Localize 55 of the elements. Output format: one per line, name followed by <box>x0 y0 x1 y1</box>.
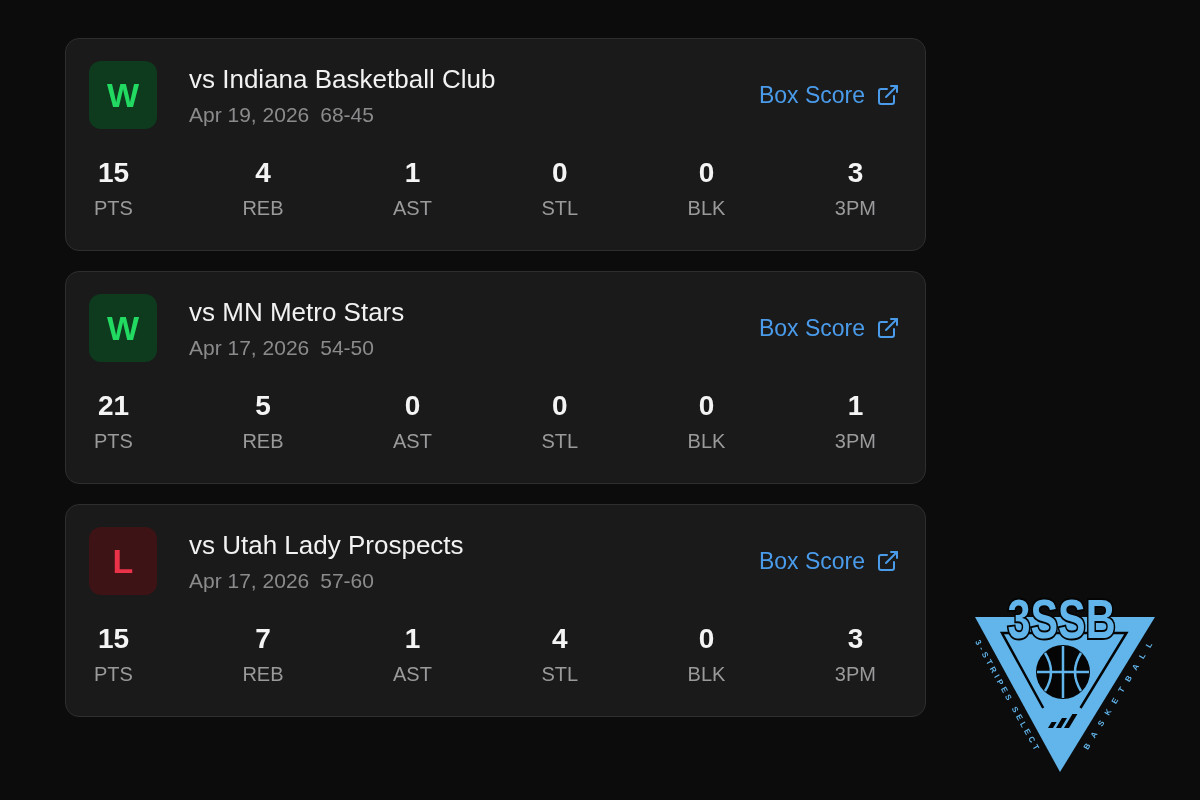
stat-value: 7 <box>255 623 271 655</box>
stat-label: PTS <box>94 196 133 221</box>
stat-label: STL <box>541 429 579 454</box>
stat-value: 0 <box>551 390 568 422</box>
external-link-icon <box>876 316 900 340</box>
stat-value: 1 <box>404 157 421 189</box>
game-score: 54-50 <box>320 335 374 361</box>
stat-value: 1 <box>404 623 421 655</box>
stat-value: 15 <box>97 157 130 189</box>
game-date: Apr 19, 2026 <box>189 102 310 128</box>
stat-value: 3 <box>847 623 864 655</box>
stat-value: 0 <box>698 157 715 189</box>
stat-label: 3PM <box>834 662 876 687</box>
stat-value: 4 <box>551 623 568 655</box>
stat-label: BLK <box>687 429 726 454</box>
stat-label: 3PM <box>834 196 876 221</box>
stat-label: AST <box>393 662 432 687</box>
external-link-icon <box>876 83 900 107</box>
box-score-link[interactable]: Box Score <box>758 314 900 342</box>
box-score-link[interactable]: Box Score <box>758 81 900 109</box>
stat-value: 21 <box>97 390 130 422</box>
box-score-link[interactable]: Box Score <box>758 547 900 575</box>
result-badge: L <box>89 527 157 595</box>
stat-label: AST <box>393 196 432 221</box>
stat-label: REB <box>242 196 284 221</box>
stat-label: STL <box>541 196 579 221</box>
stripes-icon <box>1048 714 1078 728</box>
opponent-title: vs Utah Lady Prospects <box>189 529 464 561</box>
stat-value: 1 <box>847 390 864 422</box>
stat-value: 0 <box>698 623 715 655</box>
game-score: 57-60 <box>320 568 374 594</box>
stat-label: REB <box>242 662 284 687</box>
result-badge: W <box>89 294 157 362</box>
stat-label: REB <box>242 429 284 454</box>
stat-value: 0 <box>551 157 568 189</box>
stat-label: AST <box>393 429 432 454</box>
stat-label: 3PM <box>834 429 876 454</box>
result-badge: W <box>89 61 157 129</box>
stat-label: PTS <box>94 662 133 687</box>
game-date: Apr 17, 2026 <box>189 568 310 594</box>
stat-label: BLK <box>687 196 726 221</box>
stat-value: 4 <box>255 157 271 189</box>
stat-value: 5 <box>255 390 271 422</box>
stat-label: PTS <box>94 429 133 454</box>
game-score: 68-45 <box>320 102 374 128</box>
external-link-icon <box>876 549 900 573</box>
stat-value: 0 <box>698 390 715 422</box>
stat-label: STL <box>541 662 579 687</box>
game-date: Apr 17, 2026 <box>189 335 310 361</box>
stat-value: 3 <box>847 157 864 189</box>
opponent-title: vs MN Metro Stars <box>189 296 405 328</box>
stat-label: BLK <box>687 662 726 687</box>
stat-value: 15 <box>97 623 130 655</box>
opponent-title: vs Indiana Basketball Club <box>189 63 496 95</box>
stat-value: 0 <box>404 390 421 422</box>
